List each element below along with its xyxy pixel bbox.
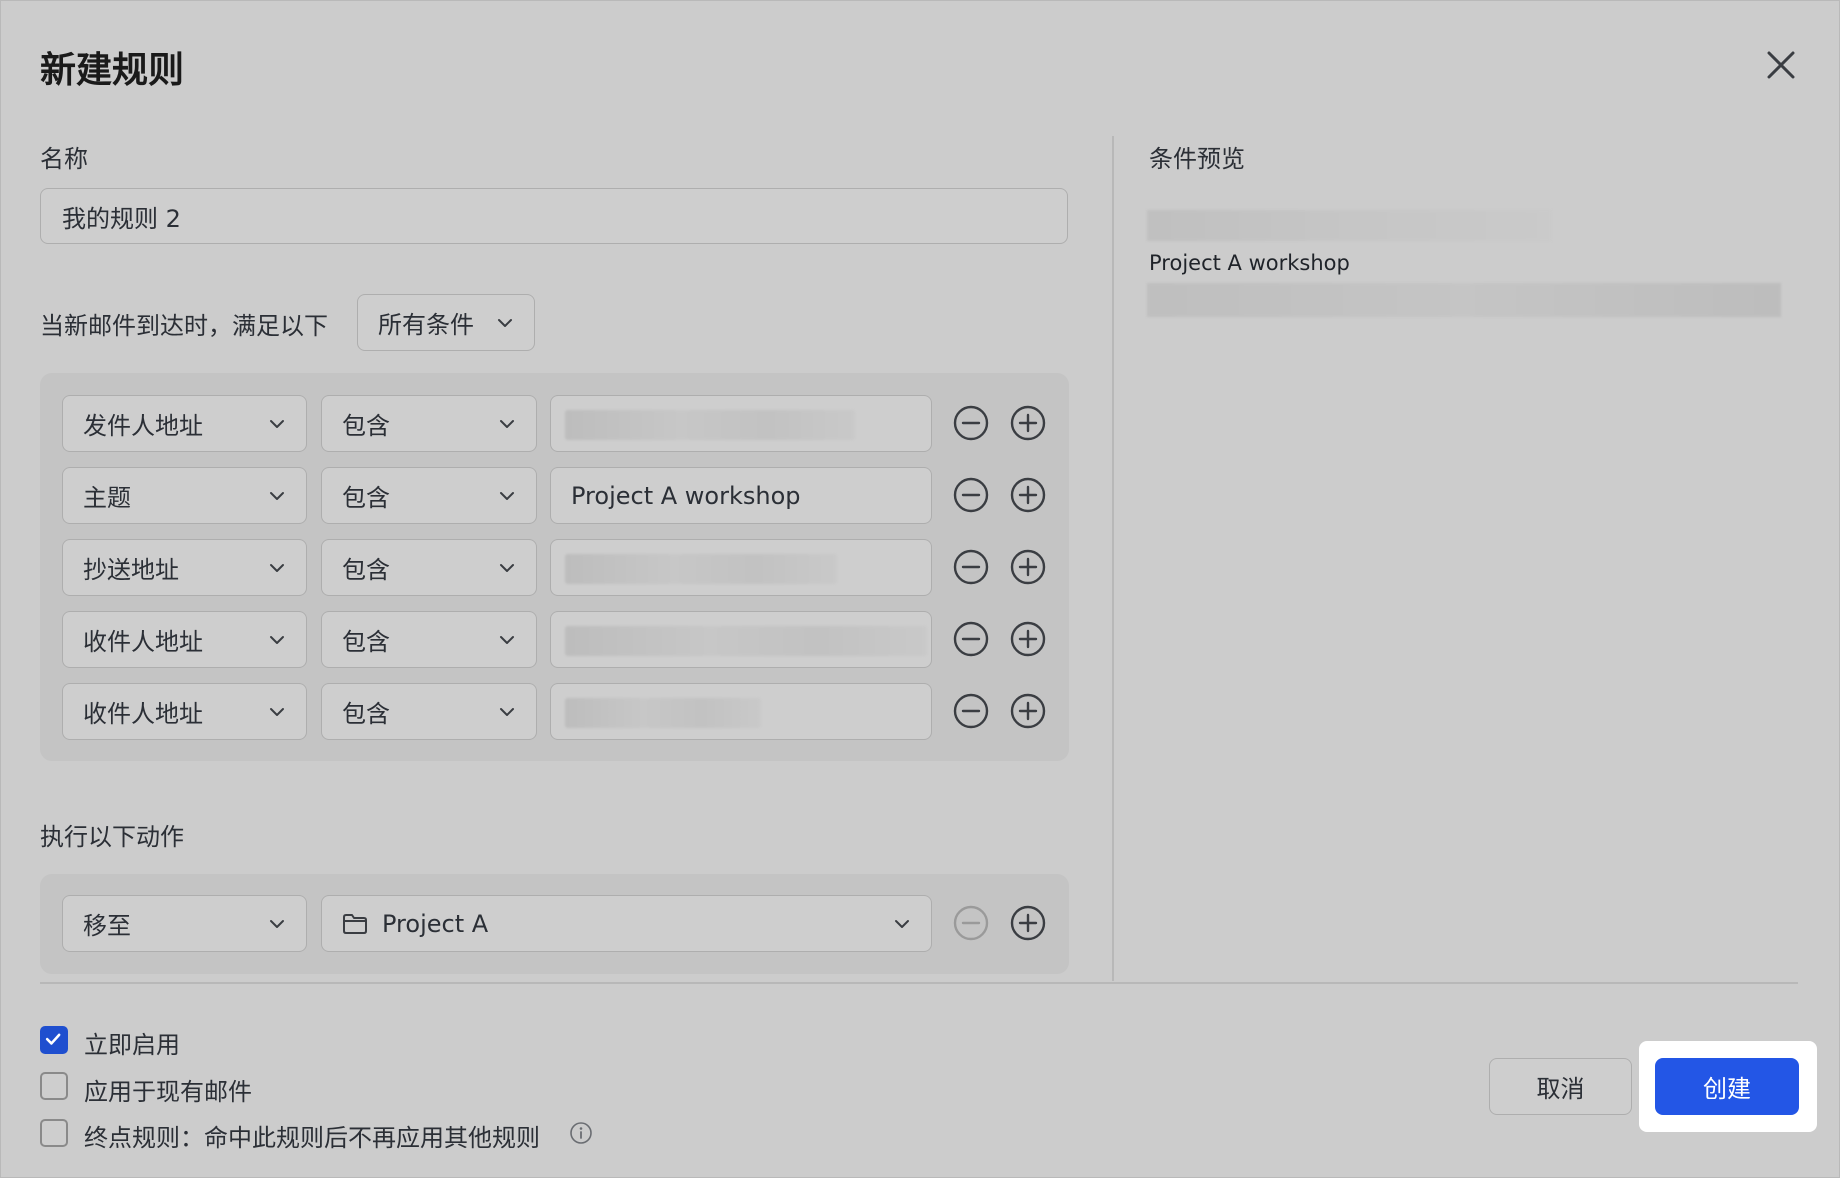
close-icon[interactable] (1761, 45, 1801, 85)
chevron-down-icon (270, 563, 284, 572)
condition-row: 发件人地址 包含 (40, 395, 1069, 452)
destination-folder-dropdown[interactable]: Project A (321, 895, 932, 952)
preview-title: 条件预览 (1149, 145, 1245, 173)
minus-circle-icon[interactable] (952, 692, 990, 730)
action-row: 移至 Project A (40, 895, 1069, 952)
minus-circle-icon[interactable] (952, 476, 990, 514)
match-prefix-label: 当新邮件到达时，满足以下 (40, 312, 328, 340)
redacted-value (565, 626, 927, 656)
apply-existing-checkbox[interactable] (40, 1072, 68, 1100)
minus-circle-icon (953, 905, 989, 941)
condition-operator-dropdown[interactable]: 包含 (321, 467, 537, 524)
redacted-value (565, 698, 761, 728)
actions-label: 执行以下动作 (40, 823, 184, 851)
condition-field-dropdown[interactable]: 抄送地址 (62, 539, 307, 596)
condition-field-dropdown[interactable]: 收件人地址 (62, 611, 307, 668)
redacted-value (565, 410, 855, 440)
chevron-down-icon (500, 491, 514, 500)
dialog-title: 新建规则 (40, 50, 185, 91)
vertical-divider (1112, 136, 1114, 981)
match-mode-value: 所有条件 (378, 311, 474, 339)
condition-operator-value: 包含 (342, 484, 390, 512)
actions-panel: 移至 Project A (40, 874, 1069, 974)
new-rule-dialog: 新建规则 名称 我的规则 2 当新邮件到达时，满足以下 所有条件 发件人地址 包… (0, 0, 1840, 1178)
condition-row: 抄送地址 包含 (40, 539, 1069, 596)
plus-circle-icon[interactable] (1009, 548, 1047, 586)
preview-line: Project A workshop (1149, 251, 1350, 275)
chevron-down-icon (270, 635, 284, 644)
chevron-down-icon (500, 707, 514, 716)
minus-circle-icon[interactable] (952, 548, 990, 586)
condition-operator-dropdown[interactable]: 包含 (321, 539, 537, 596)
redacted-preview-line (1147, 283, 1781, 317)
chevron-down-icon (270, 419, 284, 428)
plus-circle-icon[interactable] (1009, 904, 1047, 942)
chevron-down-icon (500, 419, 514, 428)
chevron-down-icon (500, 635, 514, 644)
plus-circle-icon[interactable] (1009, 476, 1047, 514)
condition-operator-value: 包含 (342, 628, 390, 656)
condition-field-dropdown[interactable]: 发件人地址 (62, 395, 307, 452)
chevron-down-icon (895, 919, 909, 928)
checkmark-icon (45, 1033, 61, 1045)
condition-value-field[interactable] (550, 683, 932, 740)
terminal-rule-label: 终点规则：命中此规则后不再应用其他规则 (84, 1124, 540, 1152)
name-label: 名称 (40, 145, 88, 173)
condition-operator-value: 包含 (342, 556, 390, 584)
chevron-down-icon (498, 318, 512, 327)
destination-folder: Project A (342, 910, 488, 938)
plus-circle-icon[interactable] (1009, 692, 1047, 730)
condition-field-dropdown[interactable]: 主题 (62, 467, 307, 524)
plus-circle-icon[interactable] (1009, 404, 1047, 442)
conditions-panel: 发件人地址 包含 主题 包含 Project A workshop 抄送地址 包… (40, 373, 1069, 761)
condition-value-field[interactable] (550, 395, 932, 452)
info-icon[interactable] (569, 1121, 593, 1145)
action-type-dropdown[interactable]: 移至 (62, 895, 307, 952)
create-button[interactable]: 创建 (1655, 1058, 1799, 1115)
rule-name-field[interactable]: 我的规则 2 (40, 188, 1068, 244)
cancel-button[interactable]: 取消 (1489, 1058, 1632, 1115)
match-mode-dropdown[interactable]: 所有条件 (357, 294, 535, 351)
condition-operator-dropdown[interactable]: 包含 (321, 611, 537, 668)
plus-circle-icon[interactable] (1009, 620, 1047, 658)
condition-value-field[interactable] (550, 539, 932, 596)
chevron-down-icon (270, 919, 284, 928)
condition-row: 收件人地址 包含 (40, 611, 1069, 668)
condition-value-text: Project A workshop (571, 481, 801, 510)
action-type-value: 移至 (83, 912, 131, 940)
terminal-rule-checkbox[interactable] (40, 1119, 68, 1147)
redacted-preview-line (1147, 210, 1551, 241)
condition-field-value: 收件人地址 (83, 700, 203, 728)
condition-field-value: 抄送地址 (83, 556, 179, 584)
apply-existing-label: 应用于现有邮件 (84, 1078, 252, 1106)
condition-field-value: 发件人地址 (83, 412, 203, 440)
chevron-down-icon (270, 491, 284, 500)
enable-now-label: 立即启用 (84, 1031, 180, 1059)
condition-row: 主题 包含 Project A workshop (40, 467, 1069, 524)
minus-circle-icon[interactable] (952, 404, 990, 442)
horizontal-divider (40, 982, 1798, 984)
chevron-down-icon (500, 563, 514, 572)
condition-row: 收件人地址 包含 (40, 683, 1069, 740)
condition-field-value: 收件人地址 (83, 628, 203, 656)
enable-now-checkbox[interactable] (40, 1026, 68, 1054)
condition-operator-value: 包含 (342, 412, 390, 440)
minus-circle-icon[interactable] (952, 620, 990, 658)
condition-field-dropdown[interactable]: 收件人地址 (62, 683, 307, 740)
condition-operator-value: 包含 (342, 700, 390, 728)
chevron-down-icon (270, 707, 284, 716)
condition-operator-dropdown[interactable]: 包含 (321, 683, 537, 740)
rule-name-value: 我的规则 2 (62, 204, 181, 233)
condition-operator-dropdown[interactable]: 包含 (321, 395, 537, 452)
destination-folder-label: Project A (382, 909, 489, 938)
condition-value-field[interactable] (550, 611, 932, 668)
condition-value-field[interactable]: Project A workshop (550, 467, 932, 524)
redacted-value (565, 554, 837, 584)
folder-icon (343, 913, 367, 934)
condition-field-value: 主题 (83, 484, 131, 512)
